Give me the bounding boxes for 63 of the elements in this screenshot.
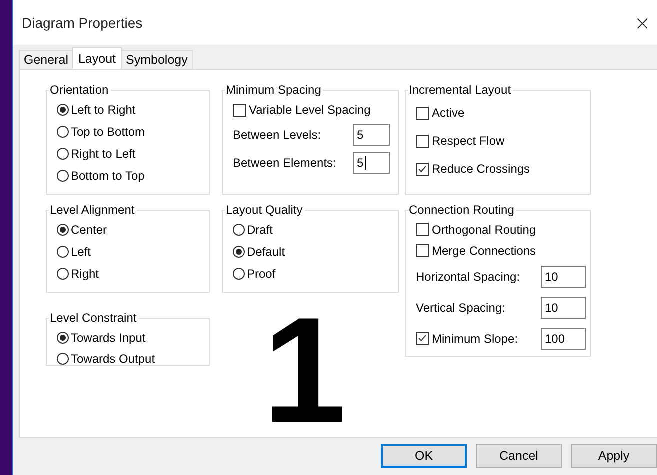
radio-label[interactable]: Default	[247, 245, 286, 259]
radio-button[interactable]	[57, 170, 69, 182]
group-title: Level Constraint	[49, 311, 138, 325]
field-label: Horizontal Spacing:	[416, 270, 522, 284]
dialog-button[interactable]: Apply	[571, 444, 657, 468]
group-title: Incremental Layout	[408, 83, 512, 97]
radio-label[interactable]: Right	[71, 267, 100, 281]
radio-button[interactable]	[233, 246, 245, 258]
checkbox[interactable]	[233, 104, 246, 116]
radio-label[interactable]: Center	[71, 223, 108, 237]
checkbox[interactable]	[416, 134, 429, 148]
checkbox[interactable]	[416, 162, 429, 176]
group-title: Connection Routing	[408, 203, 516, 217]
radio-button[interactable]	[57, 224, 69, 236]
radio-label[interactable]: Right to Left	[71, 147, 136, 161]
radio-button[interactable]	[57, 148, 69, 160]
tab[interactable]: Symbology	[121, 50, 193, 69]
radio-button[interactable]	[233, 268, 245, 280]
number-label: 1	[263, 295, 346, 445]
radio-label[interactable]: Top to Bottom	[71, 125, 146, 139]
radio-button[interactable]	[57, 352, 69, 364]
dialog-button[interactable]: OK	[381, 444, 467, 468]
checkbox-label[interactable]: Orthogonal Routing	[432, 222, 536, 236]
input-field[interactable]: 5	[353, 124, 390, 146]
checkbox[interactable]	[416, 223, 429, 236]
group-title: Layout Quality	[225, 203, 304, 217]
group-title: Minimum Spacing	[225, 83, 322, 97]
group-title: Level Alignment	[49, 203, 136, 217]
window-title: Diagram Properties	[22, 14, 143, 30]
field-label: Between Levels:	[233, 128, 322, 142]
input-field[interactable]: 5	[353, 152, 390, 174]
close-button[interactable]: ×	[630, 10, 655, 34]
tab[interactable]: Layout	[72, 47, 122, 69]
checkbox-label[interactable]: Merge Connections	[432, 244, 536, 258]
radio-button[interactable]	[57, 104, 69, 116]
radio-label[interactable]: Towards Input	[71, 330, 146, 344]
tab[interactable]: General	[19, 50, 74, 69]
radio-label[interactable]: Proof	[247, 267, 276, 281]
dialog-button[interactable]: Cancel	[476, 444, 562, 468]
radio-button[interactable]	[57, 268, 69, 280]
checkbox-label[interactable]: Reduce Crossings	[432, 162, 530, 176]
checkbox[interactable]	[416, 332, 429, 345]
checkbox-label[interactable]: Active	[432, 106, 465, 120]
input-field[interactable]: 10	[541, 296, 586, 318]
radio-label[interactable]: Bottom to Top	[71, 169, 145, 183]
radio-button[interactable]	[57, 332, 69, 344]
field-label: Between Elements:	[233, 156, 338, 170]
radio-button[interactable]	[57, 246, 69, 258]
radio-button[interactable]	[57, 126, 69, 138]
radio-label[interactable]: Towards Output	[71, 352, 156, 366]
radio-label[interactable]: Left	[71, 245, 92, 259]
checkbox-label[interactable]: Respect Flow	[432, 134, 505, 148]
checkbox[interactable]	[416, 244, 429, 257]
input-field[interactable]: 100	[541, 328, 586, 350]
checkbox-label[interactable]: Variable Level Spacing	[249, 103, 371, 117]
field-label: Vertical Spacing:	[416, 300, 506, 314]
group-title: Orientation	[49, 83, 110, 97]
checkbox-label[interactable]: Minimum Slope:	[432, 332, 541, 346]
checkbox[interactable]	[416, 106, 429, 120]
radio-label[interactable]: Draft	[247, 223, 274, 237]
radio-button[interactable]	[233, 224, 245, 236]
radio-label[interactable]: Left to Right	[71, 103, 136, 117]
input-field[interactable]: 10	[541, 266, 586, 288]
